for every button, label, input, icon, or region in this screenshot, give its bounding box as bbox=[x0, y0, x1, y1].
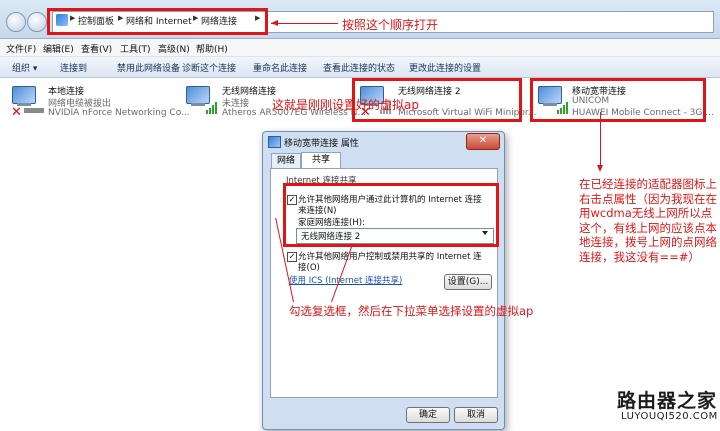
close-button[interactable]: ✕ bbox=[466, 133, 500, 150]
cancel-button[interactable]: 取消 bbox=[454, 407, 498, 423]
ok-button[interactable]: 确定 bbox=[406, 407, 450, 423]
side-annotation: 在已经连接的适配器图标上右击点属性（因为我现在在用wcdma无线上网所以点这个，… bbox=[579, 177, 717, 264]
rename-button[interactable]: 重命名此连接 bbox=[253, 61, 307, 74]
back-button[interactable] bbox=[6, 12, 26, 32]
tab-network[interactable]: 网络 bbox=[271, 153, 301, 169]
disconnected-x-icon: ✕ bbox=[11, 105, 22, 120]
checkbox-annotation: 勾选复选框，然后在下拉菜单选择设置的虚拟ap bbox=[289, 304, 534, 318]
virtual-ap-annotation: 这就是刚刚设置好的虚拟ap bbox=[272, 98, 419, 112]
menu-advanced[interactable]: 高级(N) bbox=[158, 42, 190, 55]
order-annotation: 按照这个顺序打开 bbox=[342, 18, 439, 32]
site-logo: 路由器之家 bbox=[617, 390, 718, 412]
adapter-device: NVIDIA nForce Networking Co... bbox=[48, 108, 190, 118]
dialog-title: 移动宽带连接 属性 bbox=[284, 139, 359, 149]
view-status-button[interactable]: 查看此连接的状态 bbox=[323, 61, 395, 74]
menu-tools[interactable]: 工具(T) bbox=[120, 42, 151, 55]
menu-help[interactable]: 帮助(H) bbox=[196, 42, 228, 55]
menu-view[interactable]: 查看(V) bbox=[81, 42, 112, 55]
order-arrow-line bbox=[271, 23, 338, 24]
side-arrow-line bbox=[600, 112, 601, 167]
diagnose-button[interactable]: 诊断这个连接 bbox=[182, 61, 236, 74]
sharing-highlight-box bbox=[283, 183, 499, 247]
change-settings-button[interactable]: 更改此连接的设置 bbox=[409, 61, 481, 74]
forward-button[interactable] bbox=[27, 12, 47, 32]
mobile-broadband-highlight-box bbox=[530, 78, 706, 122]
disable-device-button[interactable]: 禁用此网络设备 bbox=[117, 61, 180, 74]
allow-control-checkbox[interactable]: ✓ bbox=[287, 252, 297, 262]
address-highlight-box bbox=[47, 8, 268, 35]
site-logo-url: LUYOUQI520.COM bbox=[621, 411, 718, 422]
menu-file[interactable]: 文件(F) bbox=[6, 42, 36, 55]
signal-bars-icon bbox=[206, 102, 218, 114]
ics-help-link[interactable]: 使用 ICS (Internet 连接共享) bbox=[289, 274, 402, 286]
dialog-network-icon bbox=[268, 136, 281, 148]
connect-to-button[interactable]: 连接到 bbox=[60, 61, 87, 74]
organize-button[interactable]: 组织 ▾ bbox=[12, 61, 37, 74]
cable-icon bbox=[24, 108, 44, 113]
order-arrow-icon bbox=[271, 20, 278, 26]
allow-control-label[interactable]: 允许其他网络用户控制或禁用共享的 Internet 连 bbox=[298, 250, 482, 262]
settings-button[interactable]: 设置(G)... bbox=[444, 274, 492, 290]
menu-edit[interactable]: 编辑(E) bbox=[43, 42, 74, 55]
side-arrow-icon bbox=[597, 165, 603, 172]
allow-control-label-cont[interactable]: 接(O) bbox=[298, 261, 320, 273]
tab-sharing[interactable]: 共享 bbox=[301, 152, 341, 169]
